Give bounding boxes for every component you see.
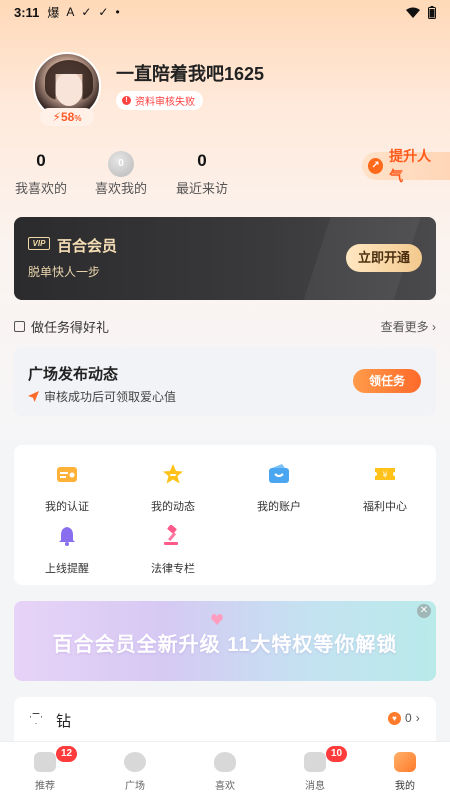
profile-progress-value: 58 <box>60 110 75 124</box>
status-notification-icons: 爆 A ✓ ✓ • <box>47 4 119 21</box>
nav-label: 我的 <box>395 781 415 792</box>
notification-icon: ✓ <box>98 5 109 19</box>
star-icon <box>163 464 183 484</box>
task-card-title: 广场发布动态 <box>28 366 119 383</box>
vip-upgrade-banner[interactable]: 百合会员全新升级 11大特权等你解锁 ✕ <box>14 601 436 681</box>
notification-icon: 爆 <box>47 5 60 20</box>
nav-item-messages[interactable]: 消息 10 <box>270 742 360 800</box>
send-icon <box>28 391 39 402</box>
nav-label: 广场 <box>125 781 145 792</box>
stat-value: 0 <box>197 151 207 170</box>
diamond-row[interactable]: 钻 ♥ 0 › <box>14 697 436 747</box>
heart-icon <box>211 614 223 625</box>
view-more-label: 查看更多 <box>380 319 429 334</box>
grid-item-label: 法律专栏 <box>151 563 195 575</box>
grid-item-account[interactable]: 我的账户 <box>226 463 332 514</box>
wallet-icon <box>269 464 289 483</box>
vip-icon: VIP <box>28 237 50 250</box>
nav-item-likes[interactable]: 喜欢 <box>180 742 270 800</box>
nav-item-mine[interactable]: 我的 <box>360 742 450 800</box>
battery-icon <box>428 5 436 19</box>
close-icon[interactable]: ✕ <box>417 604 431 618</box>
nav-item-recommend[interactable]: 推荐 12 <box>0 742 90 800</box>
notification-icon: A <box>66 5 75 19</box>
grid-item-my-posts[interactable]: 我的动态 <box>120 463 226 514</box>
task-section-title: 做任务得好礼 <box>31 319 110 335</box>
nav-label: 推荐 <box>35 781 55 792</box>
profile-progress-unit: % <box>74 114 82 123</box>
claim-task-button[interactable]: 领任务 <box>353 369 421 393</box>
coupon-icon: ¥ <box>375 468 395 480</box>
coin-icon: ♥ <box>388 711 401 725</box>
diamond-balance: ♥ 0 › <box>388 711 420 725</box>
planet-icon <box>124 752 146 772</box>
stat-recent-visitors[interactable]: 0 最近来访 <box>167 150 237 197</box>
vip-title: 百合会员 <box>57 238 118 255</box>
nav-label: 喜欢 <box>215 781 235 792</box>
stat-likes-me[interactable]: 0 喜欢我的 <box>86 150 156 197</box>
feature-grid: 我的认证 我的动态 我的账户 ¥ 福利中心 上线提醒 法律专栏 <box>14 445 436 585</box>
arrow-up-icon: ↗ <box>368 158 384 174</box>
chevron-right-icon: › <box>415 711 420 725</box>
view-more-link[interactable]: 查看更多 › <box>381 318 436 335</box>
username: 一直陪着我吧1625 <box>116 64 265 84</box>
boost-label: 提升人气 <box>389 148 432 184</box>
review-status-text: 资料审核失败 <box>135 97 195 108</box>
id-card-icon <box>57 467 77 482</box>
avatar[interactable]: ⚡58% <box>33 52 101 126</box>
alert-icon: ! <box>122 96 131 105</box>
unread-badge: 10 <box>326 746 348 762</box>
stat-label: 我喜欢的 <box>14 181 67 196</box>
stat-i-like[interactable]: 0 我喜欢的 <box>6 150 76 197</box>
diamond-count: 0 <box>405 711 412 725</box>
task-card-subtitle-text: 审核成功后可领取爱心值 <box>44 390 177 404</box>
stat-label: 喜欢我的 <box>94 181 147 196</box>
chevron-right-icon: › <box>432 319 436 334</box>
grid-item-label: 我的认证 <box>45 501 89 513</box>
cards-icon <box>34 752 56 772</box>
grid-item-verification[interactable]: 我的认证 <box>14 463 120 514</box>
notification-icon: ✓ <box>81 5 92 19</box>
gavel-icon <box>164 524 178 545</box>
task-header: 做任务得好礼 查看更多 › <box>14 317 436 335</box>
stat-value: 0 <box>108 151 134 177</box>
vip-card[interactable]: VIP 百合会员 脱单快人一步 立即开通 <box>14 217 436 300</box>
status-time: 3:11 <box>14 4 40 20</box>
nav-label: 消息 <box>305 781 325 792</box>
heart-icon <box>214 752 236 772</box>
nav-item-square[interactable]: 广场 <box>90 742 180 800</box>
task-card: 广场发布动态 审核成功后可领取爱心值 领任务 <box>14 347 436 416</box>
grid-item-online-reminder[interactable]: 上线提醒 <box>14 525 120 576</box>
vip-subtitle: 脱单快人一步 <box>28 265 101 279</box>
grid-item-legal[interactable]: 法律专栏 <box>120 524 226 576</box>
bell-icon <box>59 527 75 546</box>
grid-item-label: 上线提醒 <box>45 563 89 575</box>
stat-value: 0 <box>36 151 46 170</box>
grid-item-label: 福利中心 <box>363 501 407 513</box>
calendar-check-icon <box>14 320 25 332</box>
bottom-nav: 推荐 12 广场 喜欢 消息 10 我的 <box>0 741 450 800</box>
profile-icon <box>394 752 416 772</box>
grid-item-welfare[interactable]: ¥ 福利中心 <box>332 463 438 514</box>
task-card-subtitle: 审核成功后可领取爱心值 <box>28 388 176 405</box>
banner-text: 百合会员全新升级 11大特权等你解锁 <box>52 634 398 656</box>
notification-icon: • <box>115 5 120 19</box>
grid-item-label: 我的动态 <box>151 501 195 513</box>
diamond-icon <box>30 713 42 724</box>
boost-popularity-button[interactable]: ↗ 提升人气 <box>362 148 450 184</box>
lightning-icon: ⚡ <box>52 110 61 124</box>
stat-label: 最近来访 <box>175 181 228 196</box>
unread-badge: 12 <box>56 746 78 762</box>
profile-progress-badge: ⚡58% <box>40 108 94 126</box>
diamond-label: 钻 <box>56 713 72 730</box>
vip-open-button[interactable]: 立即开通 <box>346 244 422 272</box>
svg-text:¥: ¥ <box>382 471 387 480</box>
review-status-badge[interactable]: ! 资料审核失败 <box>116 91 203 110</box>
grid-item-label: 我的账户 <box>257 501 301 513</box>
chat-bubble-icon <box>304 752 326 772</box>
status-bar: 3:11 爆 A ✓ ✓ • <box>0 0 450 24</box>
wifi-icon <box>406 7 420 18</box>
